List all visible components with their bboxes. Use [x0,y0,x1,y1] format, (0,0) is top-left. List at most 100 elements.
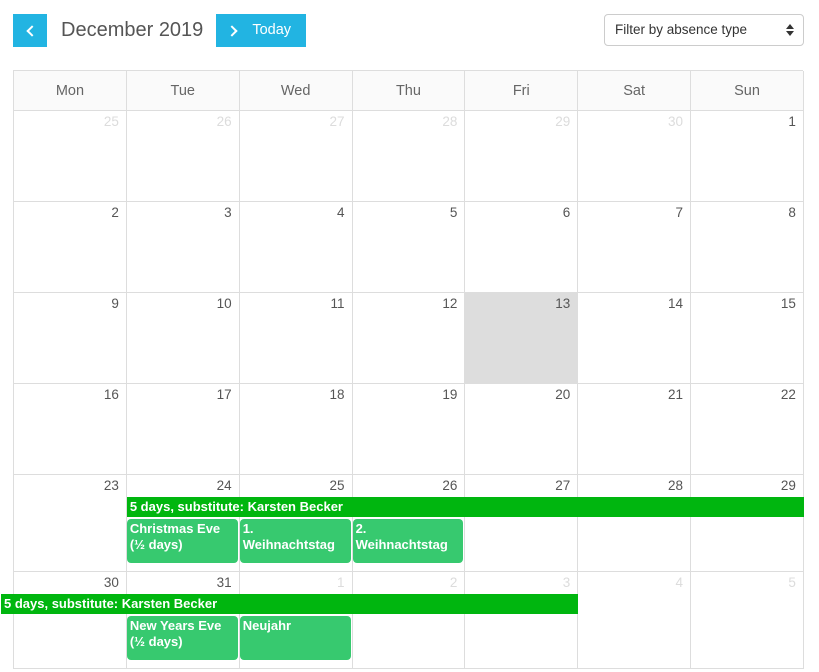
day-cell[interactable]: 29 [691,475,804,572]
day-cell[interactable]: 9 [14,293,127,384]
day-number: 9 [111,296,119,311]
day-cell[interactable]: 6 [465,202,579,293]
day-number: 22 [780,387,796,402]
day-number: 30 [668,114,684,129]
event-chip[interactable]: Christmas Eve (½ days) [126,519,238,563]
day-number: 2 [449,575,458,590]
day-number: 17 [216,387,232,402]
day-cell[interactable]: 3 [126,202,240,293]
previous-month-button[interactable] [13,14,47,47]
day-cell[interactable]: 10 [126,293,240,384]
day-cell[interactable]: 5 [352,202,466,293]
day-number: 21 [668,387,684,402]
chevron-left-icon [25,24,38,37]
page-title: December 2019 [61,19,204,41]
calendar-week-row: 30 31 1 2 3 4 5 5 days, substitute: Karsten Bec… [1,572,804,669]
chevron-right-icon [226,24,238,37]
day-cell[interactable]: 2 [352,572,466,669]
day-cell[interactable]: 28 [352,111,466,202]
day-cell[interactable]: 25 [14,111,127,202]
day-cell-today[interactable]: 13 [465,293,579,384]
next-month-button[interactable] [216,14,250,47]
day-number: 7 [675,205,684,220]
day-number: 12 [442,296,458,311]
event-chip[interactable]: New Years Eve (½ days) [126,616,238,660]
day-number: 16 [103,387,119,402]
day-cell[interactable]: 17 [126,384,240,475]
day-cell[interactable]: 1 [691,111,804,202]
day-cell[interactable]: 23 [14,475,127,572]
day-number: 28 [442,114,458,129]
day-cell[interactable]: 20 [465,384,579,475]
day-cell[interactable]: 28 [578,475,692,572]
day-cell[interactable]: 4 [578,572,692,669]
day-cell[interactable]: 30 [578,111,692,202]
event-chip[interactable]: 1. Weihnachtstag [239,519,351,563]
day-cell[interactable]: 4 [239,202,353,293]
day-number: 11 [330,296,345,311]
day-number: 10 [216,296,232,311]
weekday-header-fri: Fri [465,71,579,111]
day-cell[interactable]: 3 [465,572,579,669]
day-number: 23 [103,478,119,493]
day-number: 13 [555,296,571,311]
event-chip[interactable]: 2. Weihnachtstag [352,519,464,563]
day-number: 8 [788,205,796,220]
day-number: 14 [668,296,684,311]
event-bar[interactable]: 5 days, substitute: Karsten Becker [1,594,579,614]
day-cell[interactable]: 7 [578,202,692,293]
calendar-weeks: 25 26 27 28 29 30 1 2 3 4 5 6 7 8 9 10 11 12 13 14 15 16 17 18 1… [1,111,804,669]
next-and-today-group[interactable]: Today [216,14,307,47]
day-cell[interactable]: 16 [14,384,127,475]
day-cell[interactable]: 5 [691,572,804,669]
day-cell[interactable]: 2 [14,202,127,293]
calendar-week-row: 9 10 11 12 13 14 15 [14,293,804,384]
day-cell[interactable]: 15 [691,293,804,384]
day-number: 3 [224,205,232,220]
day-number: 15 [780,296,796,311]
day-number: 19 [442,387,458,402]
event-chip[interactable]: Neujahr [239,616,351,660]
day-cell[interactable]: 27 [465,475,579,572]
day-number: 6 [562,205,571,220]
day-number: 29 [780,478,796,493]
weekday-header-thu: Thu [352,71,466,111]
day-number: 25 [329,478,345,493]
month-calendar: Mon Tue Wed Thu Fri Sat Sun 25 26 27 28 29 30 1 2 3 4 5 6… [1,70,804,669]
day-number: 31 [216,575,232,590]
today-button[interactable]: Today [250,14,306,47]
day-cell[interactable]: 27 [239,111,353,202]
calendar-nav-group: December 2019 Today [13,14,307,47]
day-cell[interactable]: 19 [352,384,466,475]
weekday-header-sat: Sat [578,71,692,111]
day-cell[interactable]: 8 [691,202,804,293]
calendar-week-row: 16 17 18 19 20 21 22 [14,384,804,475]
weekday-header-row: Mon Tue Wed Thu Fri Sat Sun [14,71,804,111]
weekday-header-tue: Tue [126,71,240,111]
day-number: 25 [103,114,119,129]
day-cell[interactable]: 21 [578,384,692,475]
day-cell[interactable]: 30 [14,572,127,669]
day-cell[interactable]: 11 [239,293,353,384]
event-bar[interactable]: 5 days, substitute: Karsten Becker [126,497,804,517]
day-cell[interactable]: 26 [126,111,240,202]
day-number: 5 [449,205,458,220]
day-cell[interactable]: 12 [352,293,466,384]
day-cell[interactable]: 18 [239,384,353,475]
day-number: 4 [337,205,345,220]
absence-type-filter-select[interactable]: Filter by absence type [604,14,804,46]
day-number: 27 [555,478,571,493]
day-number: 18 [329,387,345,402]
day-cell[interactable]: 22 [691,384,804,475]
calendar-week-row: 2 3 4 5 6 7 8 [14,202,804,293]
weekday-header-sun: Sun [691,71,804,111]
day-cell[interactable]: 29 [465,111,579,202]
day-number: 2 [111,205,119,220]
day-number: 26 [442,478,458,493]
day-cell[interactable]: 14 [578,293,692,384]
day-number: 24 [216,478,232,493]
calendar-toolbar: December 2019 Today Filter by absence ty… [0,0,819,62]
day-number: 3 [562,575,571,590]
day-number: 29 [555,114,571,129]
calendar-week-row: 23 24 25 26 27 28 29 5 days, substitute: Karste… [14,475,804,572]
